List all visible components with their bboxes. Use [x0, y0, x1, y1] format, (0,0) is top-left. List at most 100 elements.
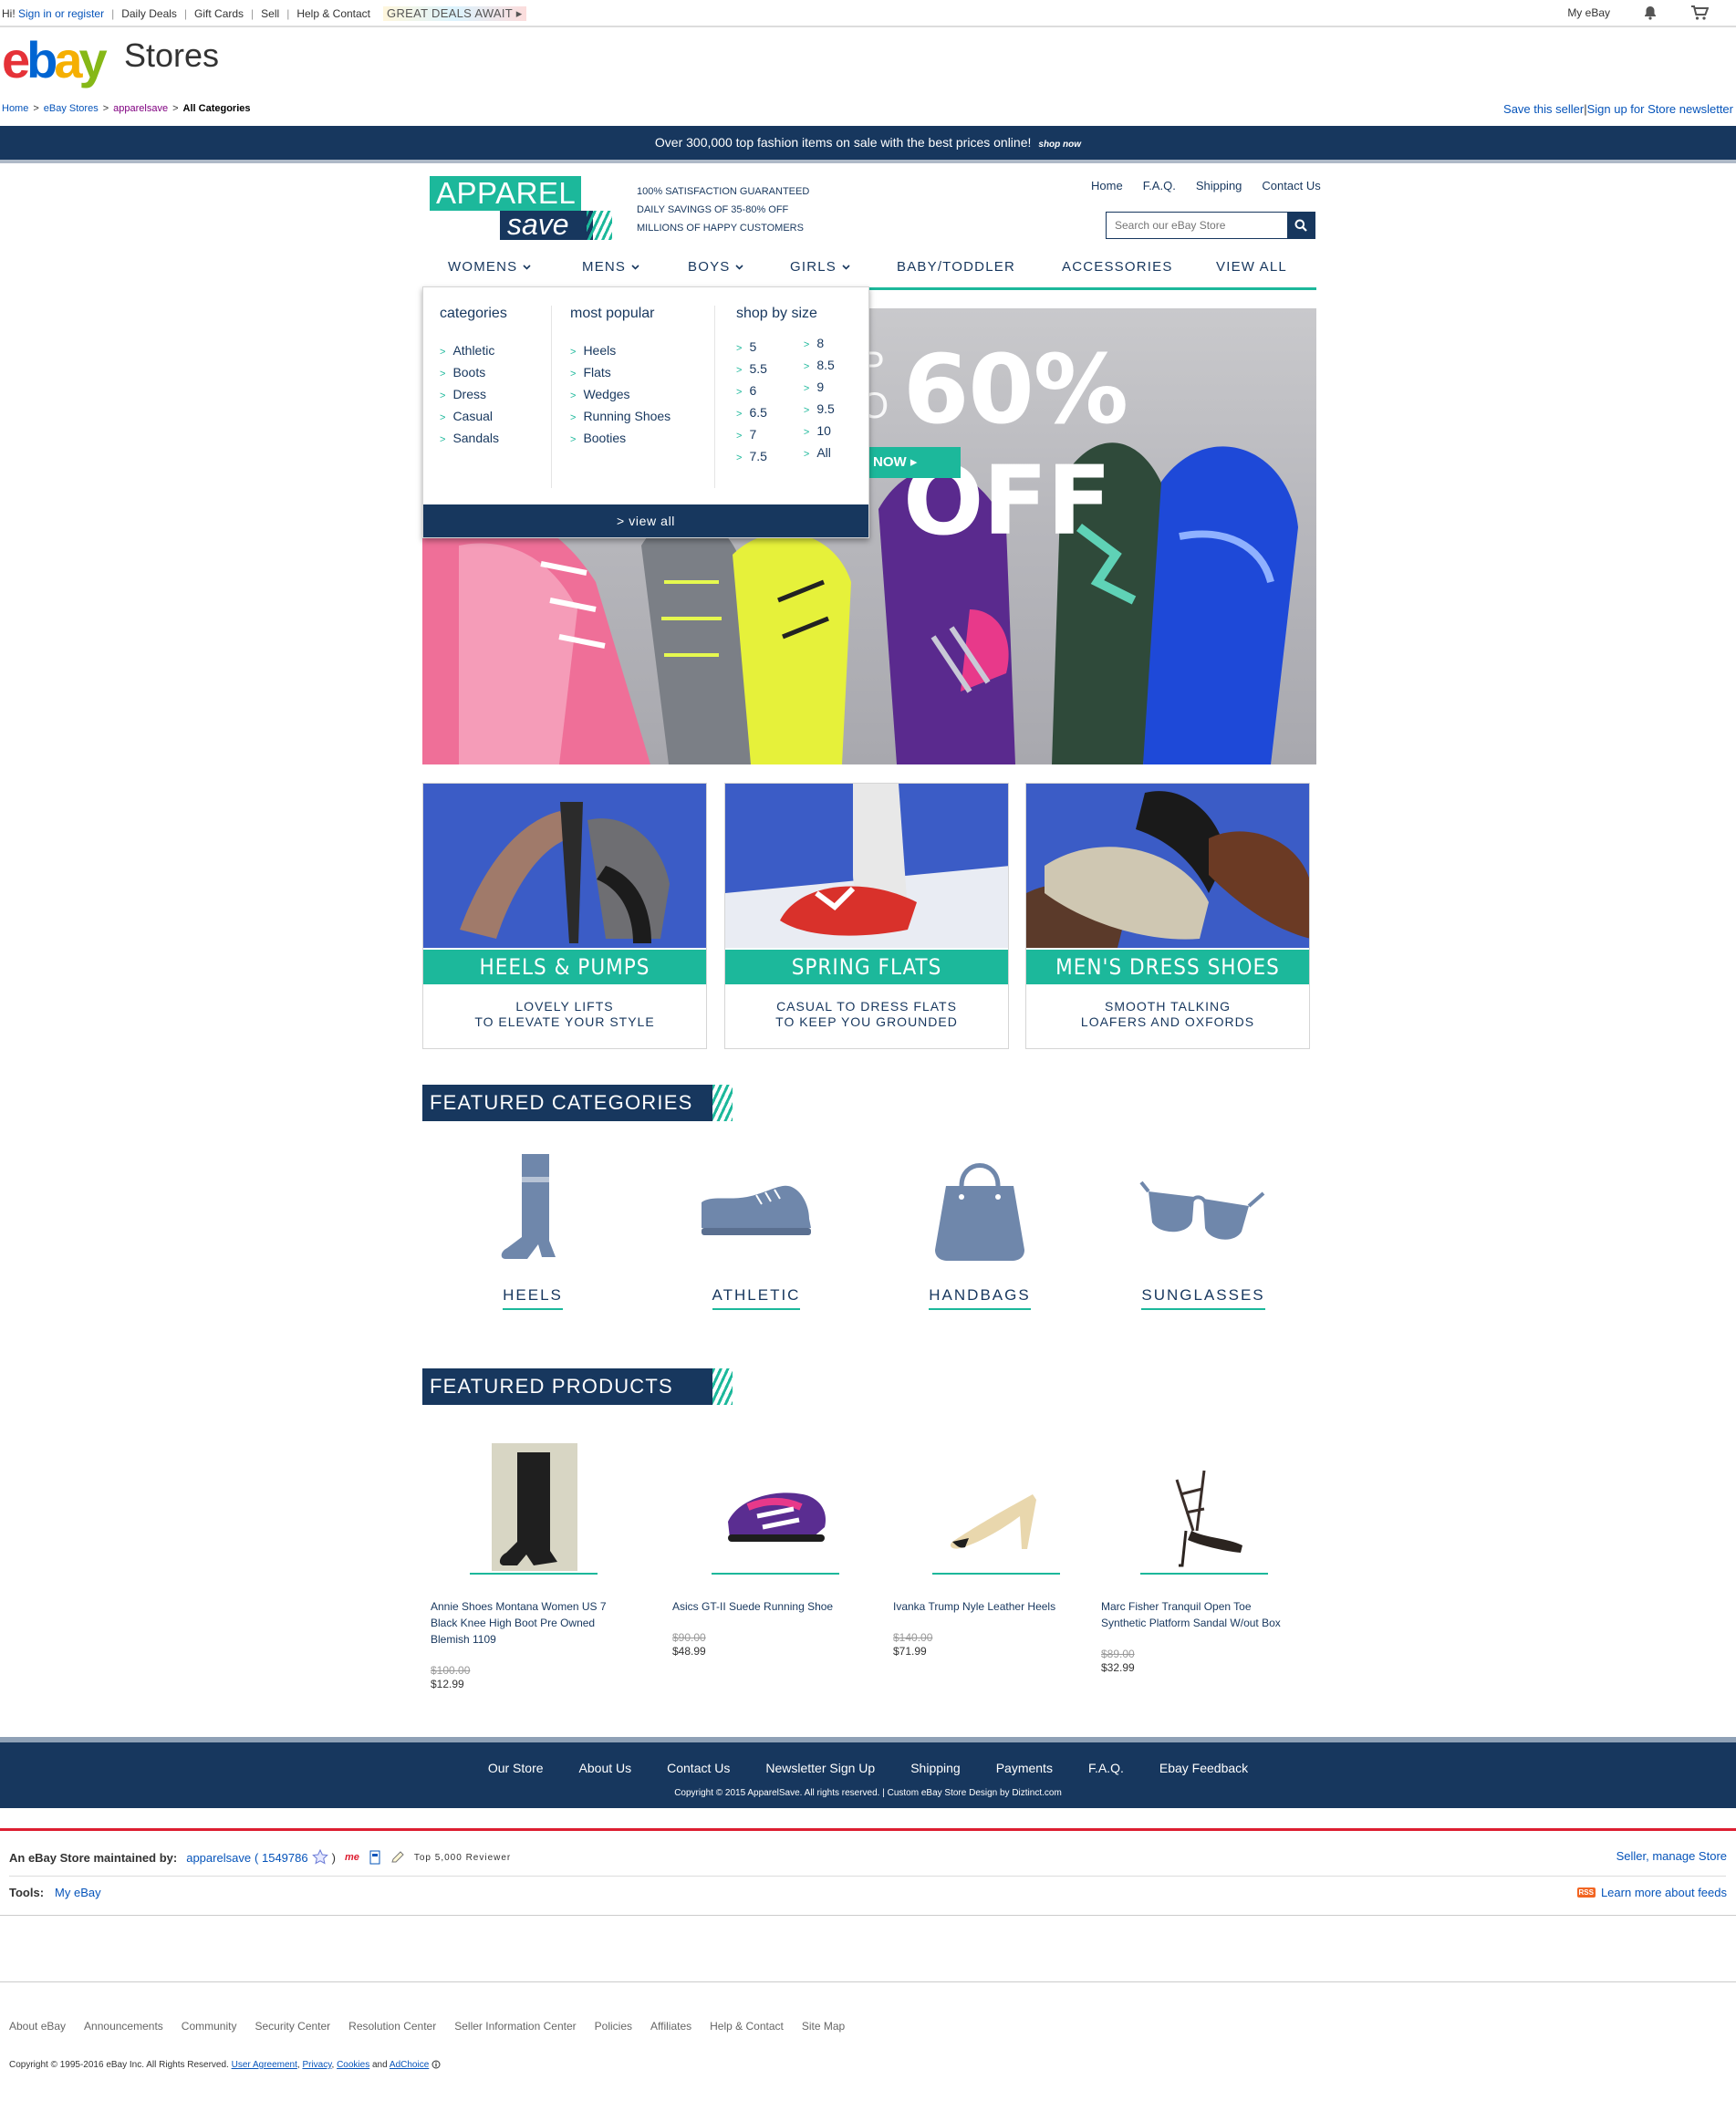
nav-mens[interactable]: MENS	[582, 259, 639, 275]
promo-card-spring-flats[interactable]: SPRING FLATS CASUAL TO DRESS FLATS TO KE…	[724, 783, 1009, 1049]
breadcrumb-apparelsave[interactable]: apparelsave	[113, 103, 168, 114]
rss-icon[interactable]: RSS	[1576, 1887, 1596, 1898]
product-title[interactable]: Asics GT-II Suede Running Shoe	[672, 1598, 864, 1615]
cookies-link[interactable]: Cookies	[337, 2060, 369, 2070]
gfooter-help-contact[interactable]: Help & Contact	[710, 2020, 784, 2033]
nav-view-all[interactable]: VIEW ALL	[1216, 259, 1287, 275]
privacy-link[interactable]: Privacy	[302, 2060, 331, 2070]
promo-card-heels-pumps[interactable]: HEELS & PUMPS LOVELY LIFTS TO ELEVATE YO…	[422, 783, 707, 1049]
gfooter-announcements[interactable]: Announcements	[84, 2020, 163, 2033]
category-athletic[interactable]: ATHLETIC	[683, 1149, 829, 1310]
nav-womens[interactable]: WOMENS	[448, 259, 531, 275]
ebay-logo[interactable]: ebay	[2, 35, 108, 86]
mega-size-10[interactable]: 10	[804, 421, 835, 442]
footer-link-our-store[interactable]: Our Store	[488, 1761, 544, 1775]
sign-in-link[interactable]: Sign in	[18, 7, 52, 20]
footer-link-shipping[interactable]: Shipping	[910, 1761, 961, 1775]
category-handbags[interactable]: HANDBAGS	[907, 1149, 1053, 1310]
mega-link-booties[interactable]: Booties	[570, 428, 670, 450]
mega-link-flats[interactable]: Flats	[570, 362, 670, 384]
gfooter-site-map[interactable]: Site Map	[802, 2020, 845, 2033]
apparelsave-logo[interactable]: APPAREL save	[430, 176, 612, 240]
me-badge-icon[interactable]: me	[345, 1852, 359, 1863]
mega-link-athletic[interactable]: Athletic	[440, 340, 507, 362]
mega-link-heels[interactable]: Heels	[570, 340, 670, 362]
adchoice-icon[interactable]	[431, 2060, 441, 2069]
promo-card-mens-dress-shoes[interactable]: MEN'S DRESS SHOES SMOOTH TALKING LOAFERS…	[1025, 783, 1310, 1049]
mega-link-boots[interactable]: Boots	[440, 362, 507, 384]
help-contact-link[interactable]: Help & Contact	[296, 7, 370, 20]
gift-cards-link[interactable]: Gift Cards	[194, 7, 244, 20]
bell-icon[interactable]	[1643, 5, 1658, 20]
product-image[interactable]	[932, 1443, 1060, 1571]
promo-banner[interactable]: Over 300,000 top fashion items on sale w…	[0, 126, 1736, 160]
user-agreement-link[interactable]: User Agreement	[232, 2060, 297, 2070]
my-ebay-link[interactable]: My eBay	[1567, 6, 1610, 19]
product-image[interactable]	[712, 1443, 839, 1571]
category-heels[interactable]: HEELS	[460, 1149, 606, 1310]
product-card[interactable]: Asics GT-II Suede Running Shoe $90.00 $4…	[672, 1443, 864, 1658]
product-title[interactable]: Annie Shoes Montana Women US 7 Black Kne…	[431, 1598, 622, 1648]
gfooter-resolution-center[interactable]: Resolution Center	[348, 2020, 436, 2033]
mega-link-running-shoes[interactable]: Running Shoes	[570, 406, 670, 428]
category-sunglasses[interactable]: SUNGLASSES	[1130, 1149, 1276, 1310]
mega-view-all-button[interactable]: > view all	[423, 504, 868, 537]
product-image[interactable]	[1140, 1443, 1268, 1571]
mega-size-6-5[interactable]: 6.5	[736, 402, 766, 424]
footer-link-ebay-feedback[interactable]: Ebay Feedback	[1159, 1761, 1248, 1775]
footer-link-faq[interactable]: F.A.Q.	[1088, 1761, 1124, 1775]
great-deals-banner[interactable]: GREAT DEALS AWAIT ▸	[383, 6, 526, 21]
daily-deals-link[interactable]: Daily Deals	[121, 7, 177, 20]
store-search-button[interactable]	[1287, 213, 1315, 238]
gfooter-about-ebay[interactable]: About eBay	[9, 2020, 66, 2033]
product-title[interactable]: Marc Fisher Tranquil Open Toe Synthetic …	[1101, 1598, 1293, 1631]
save-seller-link[interactable]: Save this seller	[1503, 102, 1584, 116]
tools-my-ebay-link[interactable]: My eBay	[55, 1886, 101, 1899]
learn-feeds-link[interactable]: Learn more about feeds	[1601, 1886, 1727, 1899]
footer-link-contact-us[interactable]: Contact Us	[667, 1761, 730, 1775]
mega-size-8[interactable]: 8	[804, 333, 835, 355]
footer-link-payments[interactable]: Payments	[996, 1761, 1053, 1775]
nav-boys[interactable]: BOYS	[688, 259, 744, 275]
product-card[interactable]: Marc Fisher Tranquil Open Toe Synthetic …	[1101, 1443, 1293, 1674]
mega-size-all[interactable]: All	[804, 442, 835, 464]
mega-size-6[interactable]: 6	[736, 380, 767, 402]
store-nav-shipping[interactable]: Shipping	[1196, 179, 1242, 192]
sell-link[interactable]: Sell	[261, 7, 279, 20]
gfooter-security-center[interactable]: Security Center	[255, 2020, 330, 2033]
mega-link-dress[interactable]: Dress	[440, 384, 507, 406]
cart-icon[interactable]	[1690, 5, 1709, 20]
nav-baby-toddler[interactable]: BABY/TODDLER	[897, 259, 1015, 275]
mega-size-9[interactable]: 9	[804, 377, 835, 399]
feedback-score-link[interactable]: ( 1549786	[255, 1851, 308, 1865]
top-reviewer-badge[interactable]: Top 5,000 Reviewer	[414, 1853, 511, 1863]
product-card[interactable]: Annie Shoes Montana Women US 7 Black Kne…	[431, 1443, 622, 1690]
mega-size-8-5[interactable]: 8.5	[804, 355, 834, 377]
mega-size-5[interactable]: 5	[736, 337, 767, 359]
mega-size-7[interactable]: 7	[736, 424, 767, 446]
breadcrumb-home[interactable]: Home	[2, 103, 28, 114]
gfooter-seller-info-center[interactable]: Seller Information Center	[454, 2020, 576, 2033]
adchoice-link[interactable]: AdChoice	[390, 2060, 429, 2070]
mega-size-5-5[interactable]: 5.5	[736, 359, 766, 380]
product-title[interactable]: Ivanka Trump Nyle Leather Heels	[893, 1598, 1085, 1615]
product-image[interactable]	[470, 1443, 598, 1571]
promo-cta[interactable]: shop now	[1038, 140, 1081, 150]
store-nav-contact[interactable]: Contact Us	[1262, 179, 1320, 192]
mega-size-7-5[interactable]: 7.5	[736, 446, 766, 468]
product-card[interactable]: Ivanka Trump Nyle Leather Heels $140.00 …	[893, 1443, 1085, 1658]
store-search-input[interactable]	[1107, 213, 1287, 238]
store-nav-faq[interactable]: F.A.Q.	[1143, 179, 1176, 192]
mega-size-9-5[interactable]: 9.5	[804, 399, 834, 421]
store-badge-icon[interactable]	[369, 1850, 381, 1865]
nav-girls[interactable]: GIRLS	[790, 259, 850, 275]
gfooter-affiliates[interactable]: Affiliates	[650, 2020, 691, 2033]
register-link[interactable]: register	[68, 7, 104, 20]
mega-link-casual[interactable]: Casual	[440, 406, 507, 428]
gfooter-community[interactable]: Community	[182, 2020, 237, 2033]
store-nav-home[interactable]: Home	[1091, 179, 1123, 192]
mega-link-sandals[interactable]: Sandals	[440, 428, 507, 450]
gfooter-policies[interactable]: Policies	[595, 2020, 632, 2033]
seller-name-link[interactable]: apparelsave	[186, 1851, 251, 1865]
newsletter-link[interactable]: Sign up for Store newsletter	[1587, 102, 1733, 116]
